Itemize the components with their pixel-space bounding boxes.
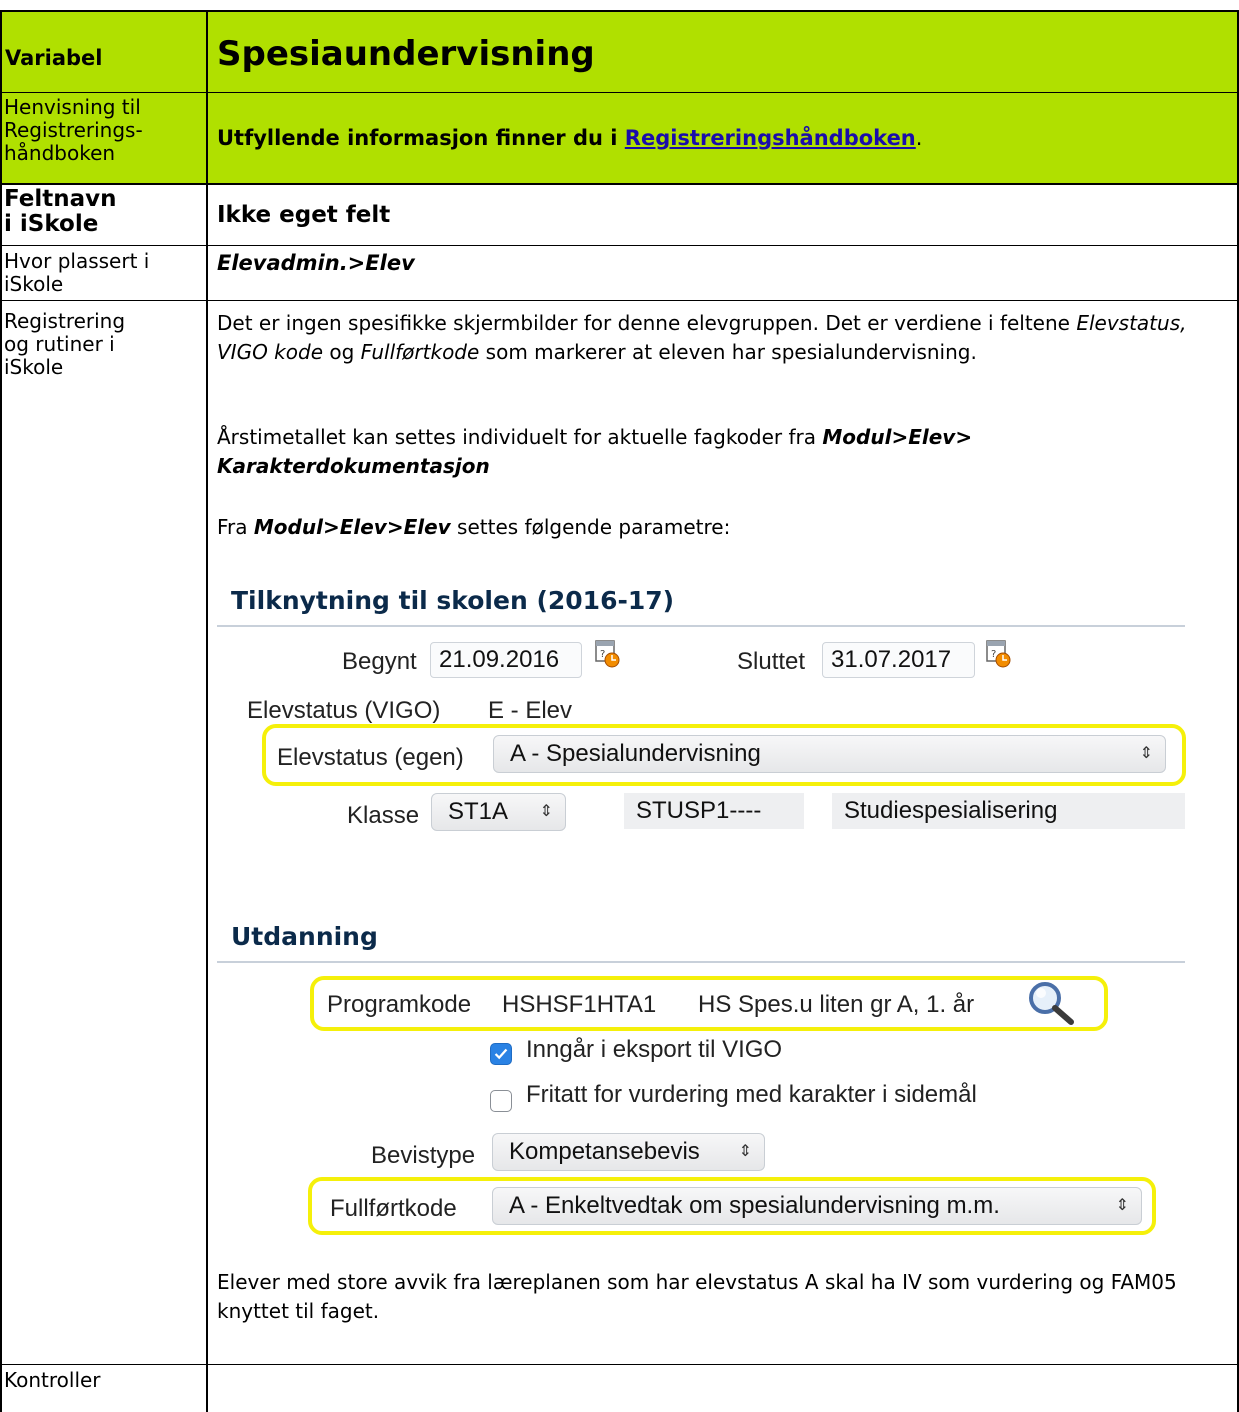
- variable-table: Variabel Spesiaundervisning Henvisning t…: [0, 0, 1239, 1412]
- section-rule: [217, 625, 1185, 627]
- feltnavn-label: Feltnavn i iSkole: [4, 186, 117, 237]
- klasse-code-field: STUSP1----: [624, 793, 804, 829]
- checkmark-icon: [494, 1048, 508, 1060]
- klasse-label: Klasse: [347, 802, 420, 829]
- klasse-name-field: Studiespesialisering: [832, 793, 1185, 829]
- fritatt-sidemal-checkbox[interactable]: [490, 1090, 512, 1112]
- section-title-utdanning: Utdanning: [231, 922, 378, 951]
- registrering-paragraph-1: Det er ingen spesifikke skjermbilder for…: [217, 311, 1187, 364]
- select-arrows-icon: ⇕: [1115, 1197, 1129, 1214]
- export-vigo-label: Inngår i eksport til VIGO: [526, 1036, 783, 1063]
- section-rule: [217, 961, 1185, 963]
- elevstatus-vigo-value: E - Elev: [488, 697, 573, 724]
- programkode-label: Programkode: [327, 991, 472, 1018]
- begynt-date-field[interactable]: 21.09.2016: [430, 642, 582, 678]
- calendar-clock-icon[interactable]: ?: [985, 638, 1011, 668]
- henvisning-label: Henvisning til Registrerings- håndboken: [4, 95, 143, 165]
- calendar-clock-icon[interactable]: ?: [594, 638, 620, 668]
- section-title-tilknytning: Tilknytning til skolen (2016-17): [231, 586, 675, 615]
- registrering-paragraph-4: Elever med store avvik fra læreplanen so…: [217, 1270, 1177, 1323]
- henvisning-text: Utfyllende informasjon finner du i Regis…: [217, 126, 923, 150]
- hvor-value: Elevadmin.>Elev: [217, 251, 415, 275]
- page-title: Spesiaundervisning: [217, 34, 595, 74]
- header-row: [0, 10, 1239, 93]
- select-arrows-icon: ⇕: [738, 1143, 752, 1160]
- bevistype-select[interactable]: Kompetansebevis ⇕: [492, 1133, 765, 1171]
- begynt-label: Begynt: [342, 648, 417, 675]
- elevstatus-vigo-label: Elevstatus (VIGO): [247, 697, 441, 724]
- feltnavn-value: Ikke eget felt: [217, 202, 391, 228]
- fullfortkode-select[interactable]: A - Enkeltvedtak om spesialundervisning …: [492, 1187, 1142, 1225]
- select-arrows-icon: ⇕: [539, 803, 553, 820]
- fritatt-sidemal-label: Fritatt for vurdering med karakter i sid…: [526, 1081, 977, 1108]
- variable-label: Variabel: [5, 46, 103, 70]
- svg-text:?: ?: [991, 649, 996, 660]
- registrering-label: Registrering og rutiner i iSkole: [4, 309, 126, 379]
- select-arrows-icon: ⇕: [1139, 745, 1153, 762]
- elevstatus-egen-label: Elevstatus (egen): [277, 744, 464, 771]
- svg-text:?: ?: [600, 649, 605, 660]
- registreringshandboken-link[interactable]: Registreringshåndboken: [625, 126, 916, 150]
- bevistype-label: Bevistype: [371, 1142, 476, 1169]
- magnifier-search-icon[interactable]: [1023, 978, 1083, 1028]
- registrering-paragraph-2: Årstimetallet kan settes individuelt for…: [217, 425, 973, 478]
- sluttet-date-field[interactable]: 31.07.2017: [822, 642, 975, 678]
- hvor-label: Hvor plassert i iSkole: [4, 249, 150, 296]
- sluttet-label: Sluttet: [737, 648, 806, 675]
- programkode-value: HSHSF1HTA1: [502, 991, 657, 1018]
- fullfortkode-label: Fullførtkode: [330, 1195, 457, 1222]
- programkode-description: HS Spes.u liten gr A, 1. år: [698, 991, 975, 1018]
- export-vigo-checkbox[interactable]: [490, 1043, 512, 1065]
- kontroller-label: Kontroller: [4, 1368, 101, 1392]
- registrering-paragraph-3: Fra Modul>Elev>Elev settes følgende para…: [217, 515, 731, 539]
- elevstatus-egen-select[interactable]: A - Spesialundervisning ⇕: [493, 735, 1166, 773]
- klasse-select[interactable]: ST1A ⇕: [431, 793, 566, 831]
